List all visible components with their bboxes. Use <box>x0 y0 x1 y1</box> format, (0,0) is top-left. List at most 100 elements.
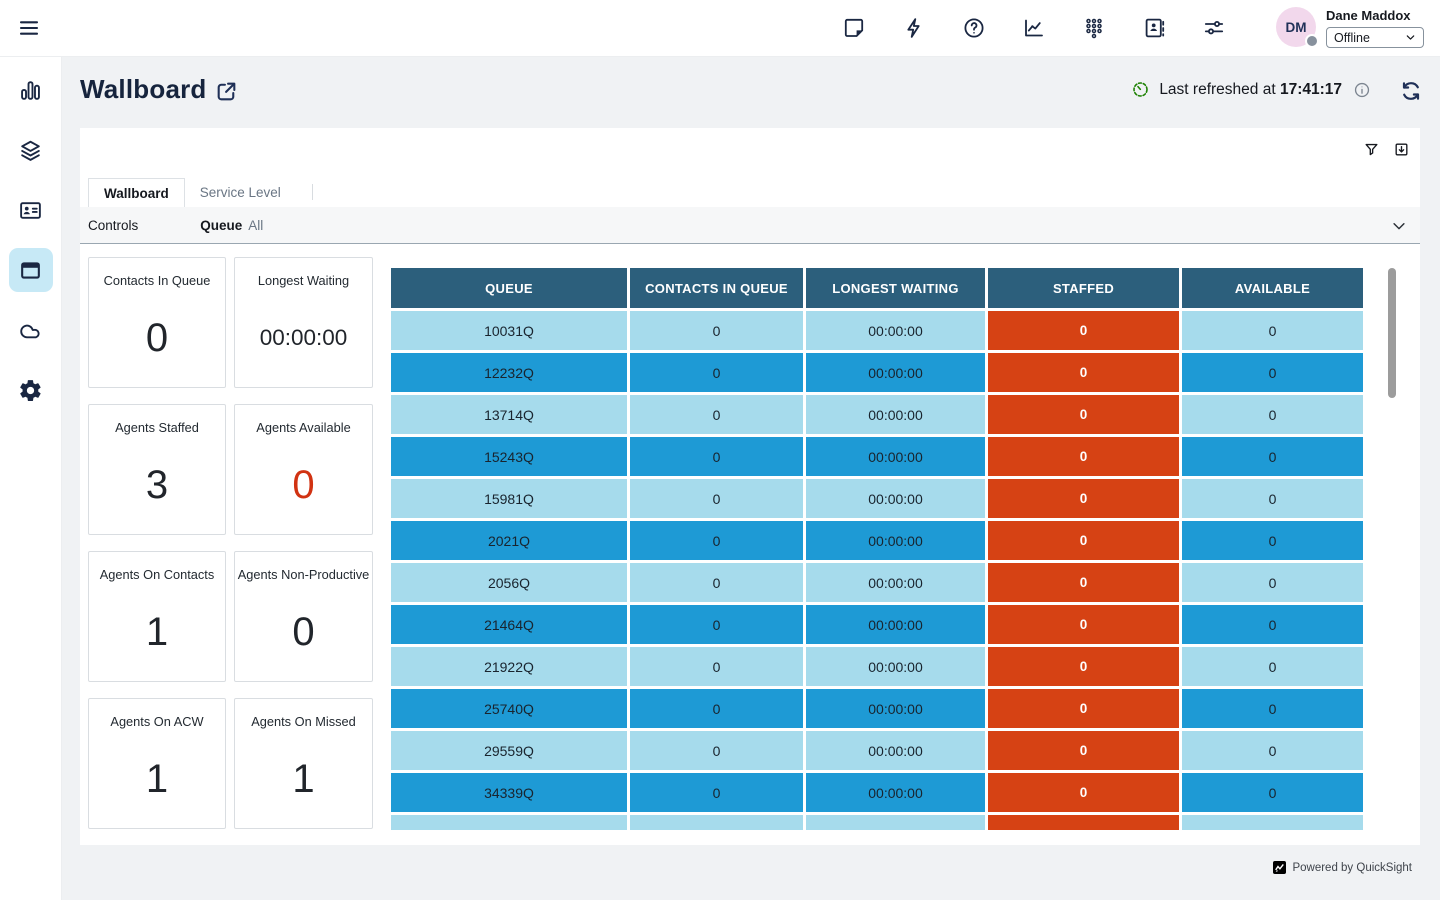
id-card-icon <box>18 198 43 223</box>
kpi-value: 1 <box>235 755 372 803</box>
lightning-icon <box>902 16 926 40</box>
cell-staffed: 0 <box>988 605 1179 644</box>
cell-available: 0 <box>1182 731 1363 770</box>
bar-chart-icon <box>18 78 43 103</box>
table-row: 21464Q000:00:0000 <box>391 605 1363 644</box>
sidebar-item-layers[interactable] <box>9 128 53 172</box>
page-title: Wallboard <box>80 74 207 105</box>
tab-service-level[interactable]: Service Level <box>185 177 296 207</box>
kpi-value: 3 <box>89 461 225 509</box>
topbar: DM Dane Maddox Offline <box>0 0 1440 57</box>
table-row: 15981Q000:00:0000 <box>391 479 1363 518</box>
queue-control[interactable]: Queue All <box>200 218 263 233</box>
cell-queue: 13714Q <box>391 395 627 434</box>
notes-button[interactable] <box>842 16 866 40</box>
topbar-icon-buttons <box>842 16 1226 40</box>
tab-label: Wallboard <box>104 186 169 201</box>
queue-table: QUEUECONTACTS IN QUEUELONGEST WAITINGSTA… <box>388 265 1366 830</box>
menu-button[interactable] <box>16 16 42 40</box>
cell-contacts-in-queue: 0 <box>630 353 803 392</box>
kpi-card-agents-on-acw: Agents On ACW1 <box>88 698 226 829</box>
cell-staffed: 0 <box>988 731 1179 770</box>
dialpad-button[interactable] <box>1082 16 1106 40</box>
column-header-queue: QUEUE <box>391 268 627 308</box>
table-row: 2021Q000:00:0000 <box>391 521 1363 560</box>
cell-longest-waiting: 00:00:00 <box>806 605 985 644</box>
cell-staffed: 0 <box>988 647 1179 686</box>
cell-queue: 2056Q <box>391 563 627 602</box>
cell-longest-waiting: 00:00:00 <box>806 731 985 770</box>
cell-staffed: 0 <box>988 563 1179 602</box>
kpi-label: Agents On ACW <box>89 714 225 729</box>
cell-contacts-in-queue: 0 <box>630 311 803 350</box>
kpi-value: 1 <box>89 608 225 656</box>
download-icon <box>1393 141 1410 158</box>
cell-queue: 10031Q <box>391 311 627 350</box>
cell-staffed: 0 <box>988 437 1179 476</box>
download-button[interactable] <box>1393 141 1410 158</box>
directory-button[interactable] <box>1142 16 1166 40</box>
cell-staffed: 0 <box>988 773 1179 812</box>
cell-available: 0 <box>1182 437 1363 476</box>
cell-contacts-in-queue: 0 <box>630 731 803 770</box>
cell-contacts-in-queue: 0 <box>630 437 803 476</box>
sliders-button[interactable] <box>1202 16 1226 40</box>
tab-wallboard[interactable]: Wallboard <box>88 178 185 208</box>
help-button[interactable] <box>962 16 986 40</box>
status-select[interactable]: Offline <box>1326 27 1424 48</box>
cell-available: 0 <box>1182 605 1363 644</box>
table-scrollbar-track <box>1386 265 1398 830</box>
cell-longest-waiting: 00:00:00 <box>806 563 985 602</box>
auto-refresh-timer-icon <box>1131 80 1150 99</box>
cell-available: 0 <box>1182 395 1363 434</box>
sidebar-nav <box>0 56 62 900</box>
cell-available: 0 <box>1182 311 1363 350</box>
cell-staffed: 0 <box>988 311 1179 350</box>
info-circle-icon <box>1353 81 1371 99</box>
avatar[interactable]: DM <box>1276 7 1316 47</box>
cell-queue <box>391 815 627 830</box>
table-row: 15243Q000:00:0000 <box>391 437 1363 476</box>
notes-icon <box>842 16 866 40</box>
kpi-grid: Contacts In Queue0Longest Waiting00:00:0… <box>88 257 373 829</box>
cell-staffed <box>988 815 1179 830</box>
column-header-staffed: STAFFED <box>988 268 1179 308</box>
lightning-button[interactable] <box>902 16 926 40</box>
cell-available: 0 <box>1182 647 1363 686</box>
last-refreshed-text: Last refreshed at 17:41:17 <box>1159 81 1342 99</box>
kpi-card-agents-on-contacts: Agents On Contacts1 <box>88 551 226 682</box>
cell-staffed: 0 <box>988 395 1179 434</box>
last-refreshed: Last refreshed at 17:41:17 <box>1131 80 1371 99</box>
table-scrollbar-thumb[interactable] <box>1388 268 1396 398</box>
cell-staffed: 0 <box>988 521 1179 560</box>
metrics-button[interactable] <box>1022 16 1046 40</box>
cell-contacts-in-queue: 0 <box>630 605 803 644</box>
open-in-new-tab-button[interactable] <box>214 79 239 104</box>
quicksight-footer: Powered by QuickSight <box>1273 861 1412 874</box>
cell-contacts-in-queue <box>630 815 803 830</box>
table-row: 21922Q000:00:0000 <box>391 647 1363 686</box>
cell-longest-waiting: 00:00:00 <box>806 647 985 686</box>
kpi-card-agents-available: Agents Available0 <box>234 404 373 535</box>
sidebar-item-gear[interactable] <box>9 368 53 412</box>
cell-contacts-in-queue: 0 <box>630 395 803 434</box>
cell-longest-waiting: 00:00:00 <box>806 437 985 476</box>
sidebar-item-id-card[interactable] <box>9 188 53 232</box>
cell-contacts-in-queue: 0 <box>630 563 803 602</box>
cell-staffed: 0 <box>988 353 1179 392</box>
sidebar-item-app-window[interactable] <box>9 248 53 292</box>
refresh-button[interactable] <box>1399 79 1423 103</box>
app-window-icon <box>18 258 43 283</box>
sidebar-item-bar-chart[interactable] <box>9 68 53 112</box>
cell-contacts-in-queue: 0 <box>630 647 803 686</box>
controls-collapse-button[interactable] <box>1390 217 1408 235</box>
cell-queue: 34339Q <box>391 773 627 812</box>
cell-queue: 12232Q <box>391 353 627 392</box>
cell-available: 0 <box>1182 689 1363 728</box>
filter-button[interactable] <box>1363 141 1380 158</box>
info-icon[interactable] <box>1353 81 1371 99</box>
cell-contacts-in-queue: 0 <box>630 521 803 560</box>
cell-queue: 2021Q <box>391 521 627 560</box>
sidebar-item-cloud[interactable] <box>9 308 53 352</box>
user-block: DM Dane Maddox Offline <box>1276 7 1424 48</box>
